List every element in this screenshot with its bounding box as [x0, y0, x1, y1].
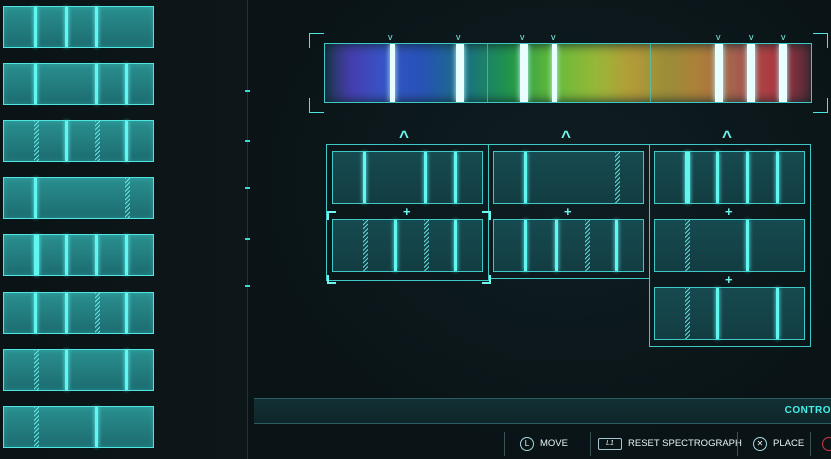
frame-corner [309, 98, 324, 113]
frame-corner [309, 33, 324, 48]
join-plus-icon: + [564, 204, 572, 219]
palette-piece-2[interactable] [3, 63, 154, 105]
circle-button-icon [822, 436, 831, 451]
spectrum-line [747, 44, 755, 102]
join-plus-icon: + [725, 204, 733, 219]
hint-reset-label: RESET SPECTROGRAPH [628, 438, 742, 449]
column-2-up-icon: ^ [561, 127, 571, 146]
slot-c1-r2[interactable] [332, 219, 483, 272]
controls-label: CONTRO [784, 405, 831, 416]
selection-corner [327, 275, 336, 284]
cross-button-icon: ✕ [753, 436, 767, 451]
l1-button-icon: L1 [598, 437, 622, 450]
peak-marker-icon: v [551, 32, 556, 42]
divider-tick [245, 285, 250, 287]
palette-piece-7[interactable] [3, 349, 154, 391]
palette-piece-8[interactable] [3, 406, 154, 448]
hint-separator [590, 432, 591, 456]
join-plus-icon: + [403, 204, 411, 219]
spectrum-line [552, 44, 557, 102]
selection-corner [327, 211, 336, 220]
peak-marker-icon: v [716, 32, 721, 42]
hint-place-label: PLACE [773, 438, 805, 449]
hint-reset-spectrograph[interactable]: L1 RESET SPECTROGRAPH [598, 428, 742, 459]
divider-tick [245, 238, 250, 240]
spectrum-section-divider [650, 44, 651, 102]
spectrum-line [715, 44, 723, 102]
spectrum-line [520, 44, 528, 102]
palette-piece-1[interactable] [3, 6, 154, 48]
spectrum-color-band [325, 44, 811, 102]
slot-c3-r2[interactable] [654, 219, 805, 272]
palette-piece-6[interactable] [3, 292, 154, 334]
palette-piece-4[interactable] [3, 177, 154, 219]
peak-marker-icon: v [388, 32, 393, 42]
spectrum-section-divider [487, 44, 488, 102]
slot-c2-r2[interactable] [493, 219, 644, 272]
hint-move[interactable]: L MOVE [520, 428, 568, 459]
spectrum-line [390, 44, 395, 102]
divider-tick [245, 187, 250, 189]
join-plus-icon: + [725, 272, 733, 287]
button-hints: L MOVE L1 RESET SPECTROGRAPH ✕ PLACE [254, 428, 831, 459]
controls-bar: CONTRO [254, 398, 831, 424]
hint-back[interactable] [822, 428, 831, 459]
palette-piece-3[interactable] [3, 120, 154, 162]
slot-c1-r1[interactable] [332, 151, 483, 204]
palette-piece-5[interactable] [3, 234, 154, 276]
frame-corner [813, 98, 828, 113]
target-spectrum [324, 43, 812, 103]
panel-divider [247, 0, 248, 459]
selection-corner [482, 275, 491, 284]
hint-separator [504, 432, 505, 456]
peak-marker-icon: v [749, 32, 754, 42]
hint-separator [737, 432, 738, 456]
hint-separator [810, 432, 811, 456]
peak-marker-icon: v [520, 32, 525, 42]
spectrum-line [779, 44, 787, 102]
slot-c2-r1[interactable] [493, 151, 644, 204]
slot-c3-r1[interactable] [654, 151, 805, 204]
left-stick-icon: L [520, 436, 534, 451]
slot-c3-r3[interactable] [654, 287, 805, 340]
hint-place[interactable]: ✕ PLACE [753, 428, 804, 459]
hint-move-label: MOVE [540, 438, 568, 449]
spectrum-line [456, 44, 464, 102]
divider-tick [245, 90, 250, 92]
column-1-up-icon: ^ [399, 127, 409, 146]
peak-marker-icon: v [456, 32, 461, 42]
divider-tick [245, 140, 250, 142]
frame-corner [813, 33, 828, 48]
selection-corner [482, 211, 491, 220]
peak-marker-icon: v [781, 32, 786, 42]
column-3-up-icon: ^ [722, 127, 732, 146]
